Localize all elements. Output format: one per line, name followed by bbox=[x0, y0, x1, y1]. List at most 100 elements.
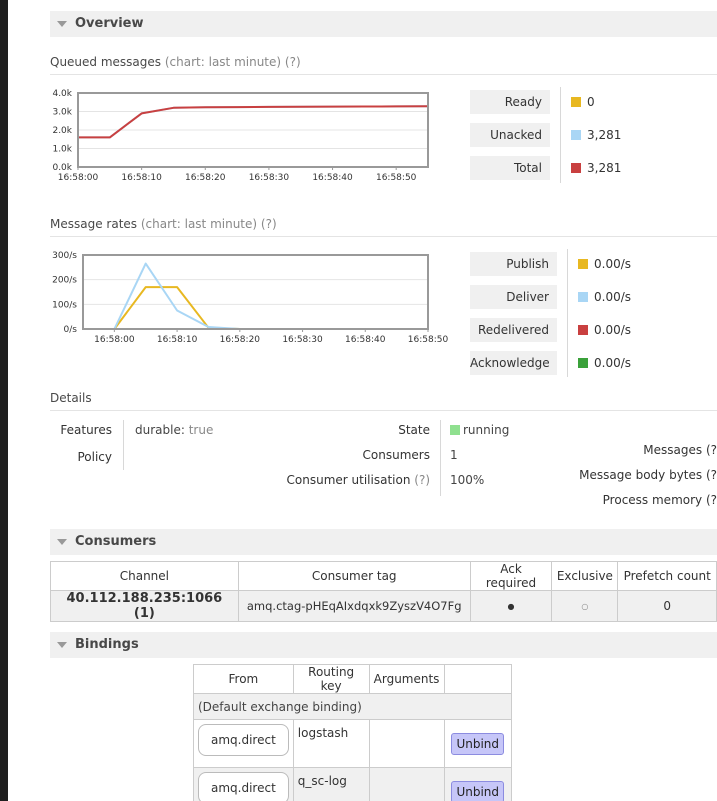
y-tick-label: 4.0k bbox=[52, 89, 72, 99]
exchange-link[interactable]: amq.direct bbox=[198, 724, 289, 756]
legend-item-total: Total 3,281 bbox=[470, 156, 670, 180]
legend-swatch bbox=[578, 325, 588, 335]
consumers-header-row: Channel Consumer tag Ack required Exclus… bbox=[50, 561, 717, 591]
details-separator-2 bbox=[440, 420, 441, 496]
state-running-swatch bbox=[450, 425, 460, 435]
consumer-utilisation-value: 100% bbox=[450, 473, 485, 487]
policy-label: Policy bbox=[77, 450, 112, 464]
col-from: From bbox=[193, 664, 294, 694]
legend-swatch bbox=[578, 358, 588, 368]
exchange-link[interactable]: amq.direct bbox=[198, 772, 289, 801]
binding-arguments bbox=[368, 719, 445, 768]
consumers-label: Consumers bbox=[362, 448, 430, 462]
legend-label: Ready bbox=[470, 90, 550, 114]
x-tick-label: 16:58:40 bbox=[345, 335, 386, 345]
unbind-button[interactable]: Unbind bbox=[451, 732, 505, 755]
consumers-title: Consumers bbox=[75, 534, 157, 549]
y-tick-label: 1.0k bbox=[52, 145, 72, 155]
collapse-triangle-icon[interactable] bbox=[57, 21, 67, 27]
binding-routing-key: logstash bbox=[292, 719, 370, 768]
legend-item-unacked: Unacked 3,281 bbox=[470, 123, 670, 147]
legend-swatch bbox=[578, 259, 588, 269]
binding-actions-cell: Unbind bbox=[443, 719, 513, 768]
x-tick-label: 16:58:00 bbox=[58, 173, 99, 183]
legend-swatch bbox=[571, 97, 581, 107]
details-separator-1 bbox=[123, 420, 124, 470]
features-label: Features bbox=[60, 423, 112, 437]
queued-messages-hint[interactable]: (chart: last minute) (?) bbox=[165, 55, 301, 69]
consumers-value: 1 bbox=[450, 448, 458, 462]
x-tick-label: 16:58:20 bbox=[185, 173, 226, 183]
collapse-triangle-icon[interactable] bbox=[57, 539, 67, 545]
legend-swatch bbox=[578, 292, 588, 302]
left-edge-bar bbox=[0, 0, 8, 801]
legend-value: 0.00/s bbox=[594, 290, 632, 304]
x-tick-label: 16:58:10 bbox=[121, 173, 162, 183]
consumer-utilisation-label: Consumer utilisation (?) bbox=[230, 472, 430, 488]
chart-svg: 0.0k 1.0k 2.0k 3.0k 4.0k 16:58:00 16:58:10 16:5… bbox=[52, 89, 429, 183]
bindings-title: Bindings bbox=[75, 637, 139, 652]
legend-value: 0.00/s bbox=[594, 323, 632, 337]
x-tick-label: 16:58:30 bbox=[249, 173, 290, 183]
legend-item-publish: Publish 0.00/s bbox=[470, 252, 670, 276]
queued-messages-label: Queued messages bbox=[50, 55, 162, 69]
ack-required-bullet-icon: ● bbox=[469, 590, 553, 622]
col-ack-required: Ack required bbox=[469, 561, 553, 591]
prefetch-count-value: 0 bbox=[617, 590, 717, 622]
col-arguments: Arguments bbox=[368, 664, 445, 694]
legend-value: 3,281 bbox=[587, 161, 622, 175]
y-tick-label: 3.0k bbox=[52, 108, 72, 118]
y-tick-label: 100/s bbox=[52, 300, 77, 310]
bindings-header-row: From Routing key Arguments bbox=[193, 664, 513, 694]
unbind-button[interactable]: Unbind bbox=[451, 780, 505, 801]
state-text: running bbox=[463, 423, 510, 437]
legend-item-redelivered: Redelivered 0.00/s bbox=[470, 318, 670, 342]
binding-arguments bbox=[368, 767, 445, 801]
binding-routing-key: q_sc-log bbox=[292, 767, 370, 801]
legend-swatch bbox=[571, 130, 581, 140]
exclusive-circle-icon: ○ bbox=[551, 590, 619, 622]
bindings-table: From Routing key Arguments (Default exch… bbox=[193, 664, 513, 801]
chart-svg: 0/s 100/s 200/s 300/s 16:58:00 16:58:10 16:58:… bbox=[52, 251, 449, 345]
consumer-channel-link[interactable]: 40.112.188.235:1066 (1) bbox=[50, 590, 239, 622]
default-exchange-binding: (Default exchange binding) bbox=[193, 693, 512, 720]
plot-area bbox=[83, 255, 428, 329]
legend-value: 0.00/s bbox=[594, 257, 632, 271]
messages-label: Messages (? bbox=[643, 443, 717, 457]
legend-label: Deliver bbox=[470, 285, 557, 309]
consumers-section-header[interactable]: Consumers bbox=[50, 529, 717, 555]
overview-section-header[interactable]: Overview bbox=[50, 11, 717, 37]
legend-label: Redelivered bbox=[470, 318, 557, 342]
state-label: State bbox=[398, 423, 430, 437]
binding-actions-cell: Unbind bbox=[443, 767, 513, 801]
x-tick-label: 16:58:50 bbox=[408, 335, 449, 345]
consumer-utilisation-help[interactable]: (?) bbox=[414, 473, 430, 487]
legend-item-deliver: Deliver 0.00/s bbox=[470, 285, 670, 309]
legend-item-ready: Ready 0 bbox=[470, 90, 670, 114]
details-label: Details bbox=[50, 391, 92, 405]
message-rates-hint[interactable]: (chart: last minute) (?) bbox=[141, 217, 277, 231]
features-key: durable: bbox=[135, 423, 185, 437]
consumer-utilisation-text: Consumer utilisation bbox=[286, 473, 411, 487]
details-heading: Details bbox=[50, 391, 717, 411]
x-tick-label: 16:58:50 bbox=[376, 173, 417, 183]
overview-title: Overview bbox=[75, 16, 144, 31]
consumer-tag-value: amq.ctag-pHEqAIxdqxk9ZyszV4O7Fg bbox=[237, 590, 471, 622]
collapse-triangle-icon[interactable] bbox=[57, 642, 67, 648]
col-exclusive: Exclusive bbox=[551, 561, 619, 591]
queued-messages-chart: 0.0k 1.0k 2.0k 3.0k 4.0k 16:58:00 16:58:10 16:5… bbox=[50, 88, 440, 188]
bindings-section-header[interactable]: Bindings bbox=[50, 632, 717, 658]
message-rates-label: Message rates bbox=[50, 217, 138, 231]
legend-value: 0 bbox=[587, 95, 595, 109]
x-tick-label: 16:58:00 bbox=[94, 335, 135, 345]
y-tick-label: 0/s bbox=[64, 325, 78, 335]
binding-from-cell: amq.direct bbox=[193, 767, 294, 801]
col-consumer-tag: Consumer tag bbox=[237, 561, 471, 591]
legend-value: 0.00/s bbox=[594, 356, 632, 370]
y-tick-label: 2.0k bbox=[52, 126, 72, 136]
binding-from-cell: amq.direct bbox=[193, 719, 294, 768]
message-body-bytes-label: Message body bytes (? bbox=[579, 468, 717, 482]
x-tick-label: 16:58:10 bbox=[157, 335, 198, 345]
legend-item-acknowledge: Acknowledge 0.00/s bbox=[470, 351, 670, 375]
legend-label: Total bbox=[470, 156, 550, 180]
